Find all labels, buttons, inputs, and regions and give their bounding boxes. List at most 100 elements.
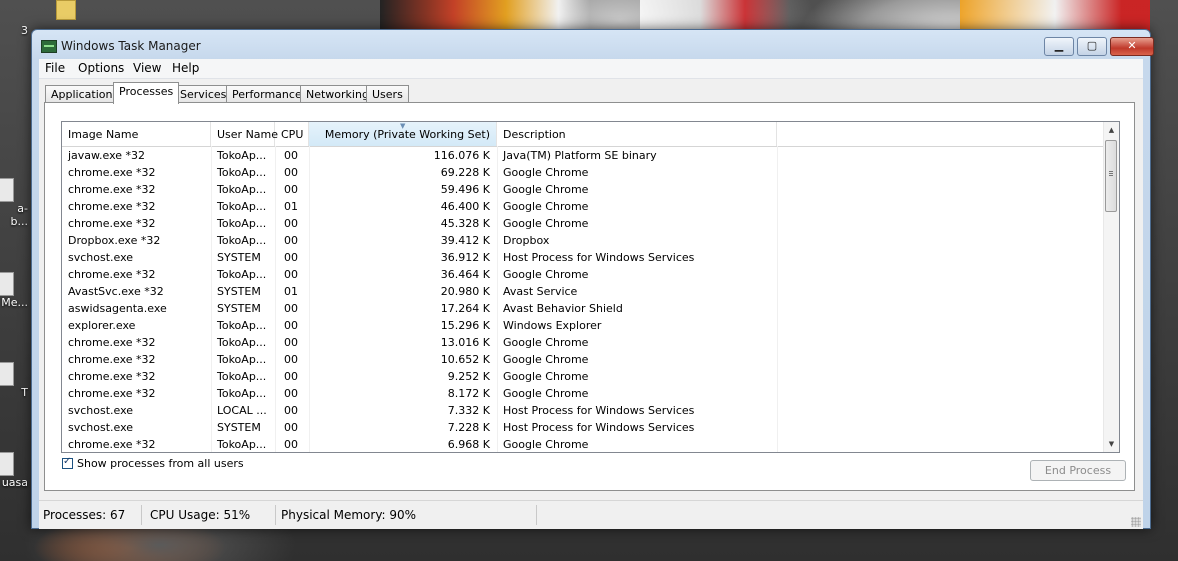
scroll-thumb[interactable] — [1105, 140, 1117, 212]
cpu-cell: 00 — [284, 217, 298, 230]
close-button[interactable]: ✕ — [1110, 37, 1154, 56]
tab-services[interactable]: Services — [174, 85, 233, 102]
image-name-cell: AvastSvc.exe *32 — [68, 285, 164, 298]
minimize-button[interactable]: ▁ — [1044, 37, 1074, 56]
column-header-empty — [777, 122, 1104, 146]
image-name-cell: svchost.exe — [68, 404, 134, 417]
process-row[interactable]: chrome.exe *32 TokoAp... 00 8.172 K Google C… — [62, 385, 1104, 402]
user-name-cell: LOCAL ... — [217, 404, 267, 417]
file-icon — [0, 362, 14, 386]
description-cell: Host Process for Windows Services — [503, 251, 695, 264]
end-process-button[interactable]: End Process — [1030, 460, 1126, 481]
user-name-cell: TokoAp... — [217, 336, 267, 349]
menu-file[interactable]: File — [45, 61, 65, 75]
process-row[interactable]: svchost.exe SYSTEM 00 36.912 K Host Process … — [62, 249, 1104, 266]
user-name-cell: SYSTEM — [217, 251, 261, 264]
memory-cell: 9.252 K — [447, 370, 490, 383]
status-cpu-usage: CPU Usage: 51% — [150, 508, 251, 522]
cpu-cell: 00 — [284, 353, 298, 366]
user-name-cell: TokoAp... — [217, 200, 267, 213]
process-row[interactable]: chrome.exe *32 TokoAp... 00 45.328 K Google … — [62, 215, 1104, 232]
process-row[interactable]: svchost.exe SYSTEM 00 7.228 K Host Process f… — [62, 419, 1104, 436]
scroll-down-button[interactable]: ▼ — [1104, 436, 1119, 452]
desktop-icon-1[interactable]: 3 — [0, 24, 28, 37]
maximize-button[interactable]: ▢ — [1077, 37, 1107, 56]
scroll-up-button[interactable]: ▲ — [1104, 122, 1119, 138]
maximize-icon: ▢ — [1086, 39, 1098, 52]
column-header-memory[interactable]: ▼ Memory (Private Working Set) — [309, 122, 497, 146]
status-divider — [275, 505, 276, 525]
task-manager-window: Windows Task Manager ▁ ▢ ✕ File Options … — [31, 29, 1154, 529]
desktop-icon-label: a-b... — [10, 202, 28, 228]
process-row[interactable]: chrome.exe *32 TokoAp... 00 36.464 K Google … — [62, 266, 1104, 283]
user-name-cell: SYSTEM — [217, 302, 261, 315]
memory-cell: 7.228 K — [447, 421, 490, 434]
title-bar[interactable]: Windows Task Manager ▁ ▢ ✕ — [32, 30, 1154, 60]
show-all-users-checkbox[interactable] — [62, 456, 73, 469]
column-header-image-name[interactable]: Image Name — [62, 122, 211, 146]
image-name-cell: Dropbox.exe *32 — [68, 234, 161, 247]
process-row[interactable]: chrome.exe *32 TokoAp... 00 9.252 K Google C… — [62, 368, 1104, 385]
sort-descending-icon: ▼ — [400, 122, 406, 130]
process-row[interactable]: chrome.exe *32 TokoAp... 00 10.652 K Google … — [62, 351, 1104, 368]
desktop-icon-2[interactable]: a-b... — [0, 178, 28, 228]
scroll-grip-icon — [1109, 171, 1113, 177]
cpu-cell: 00 — [284, 438, 298, 451]
column-header-description[interactable]: Description — [497, 122, 777, 146]
status-divider — [141, 505, 142, 525]
description-cell: Windows Explorer — [503, 319, 602, 332]
minimize-icon: ▁ — [1054, 39, 1064, 52]
process-row[interactable]: chrome.exe *32 TokoAp... 00 69.228 K Google … — [62, 164, 1104, 181]
process-row[interactable]: AvastSvc.exe *32 SYSTEM 01 20.980 K Avast Se… — [62, 283, 1104, 300]
description-cell: Google Chrome — [503, 200, 589, 213]
image-name-cell: javaw.exe *32 — [68, 149, 146, 162]
process-row[interactable]: explorer.exe TokoAp... 00 15.296 K Windows E… — [62, 317, 1104, 334]
memory-cell: 36.912 K — [440, 251, 490, 264]
column-header-user-name[interactable]: User Name — [211, 122, 278, 146]
memory-cell: 17.264 K — [440, 302, 490, 315]
user-name-cell: TokoAp... — [217, 268, 267, 281]
tab-performance[interactable]: Performance — [226, 85, 308, 102]
process-row[interactable]: svchost.exe LOCAL ... 00 7.332 K Host Proces… — [62, 402, 1104, 419]
image-name-cell: chrome.exe *32 — [68, 166, 156, 179]
description-cell: Java(TM) Platform SE binary — [503, 149, 657, 162]
description-cell: Google Chrome — [503, 217, 589, 230]
description-cell: Google Chrome — [503, 166, 589, 179]
image-name-cell: explorer.exe — [68, 319, 136, 332]
user-name-cell: TokoAp... — [217, 353, 267, 366]
cpu-cell: 00 — [284, 319, 298, 332]
resize-grip-icon[interactable] — [1131, 517, 1141, 527]
tab-users[interactable]: Users — [366, 85, 409, 102]
desktop-icon-5[interactable]: uasa — [0, 452, 28, 489]
cpu-cell: 00 — [284, 302, 298, 315]
desktop-icon-3[interactable]: Me... — [0, 272, 28, 309]
process-row[interactable]: chrome.exe *32 TokoAp... 01 46.400 K Google … — [62, 198, 1104, 215]
user-name-cell: SYSTEM — [217, 421, 261, 434]
file-icon — [0, 272, 14, 296]
process-row[interactable]: Dropbox.exe *32 TokoAp... 00 39.412 K Dropbo… — [62, 232, 1104, 249]
menu-help[interactable]: Help — [172, 61, 199, 75]
process-row[interactable]: chrome.exe *32 TokoAp... 00 59.496 K Google … — [62, 181, 1104, 198]
memory-cell: 36.464 K — [440, 268, 490, 281]
cpu-cell: 00 — [284, 234, 298, 247]
process-list[interactable]: Image Name User Name CPU ▼ Memory (Priva… — [61, 121, 1120, 453]
menu-view[interactable]: View — [133, 61, 161, 75]
vertical-scrollbar[interactable]: ▲ ▼ — [1103, 122, 1119, 452]
menu-options[interactable]: Options — [78, 61, 124, 75]
process-row[interactable]: aswidsagenta.exe SYSTEM 00 17.264 K Avast Be… — [62, 300, 1104, 317]
memory-cell: 10.652 K — [440, 353, 490, 366]
process-row[interactable]: javaw.exe *32 TokoAp... 00 116.076 K Java(TM… — [62, 147, 1104, 164]
status-divider — [536, 505, 537, 525]
image-name-cell: chrome.exe *32 — [68, 217, 156, 230]
column-header-cpu[interactable]: CPU — [275, 122, 309, 146]
desktop-icon-4[interactable]: T — [0, 362, 28, 399]
cpu-cell: 01 — [284, 285, 298, 298]
process-row[interactable]: chrome.exe *32 TokoAp... 00 13.016 K Google … — [62, 334, 1104, 351]
process-row[interactable]: chrome.exe *32 TokoAp... 00 6.968 K Google C… — [62, 436, 1104, 452]
processes-tab-panel: Image Name User Name CPU ▼ Memory (Priva… — [44, 102, 1135, 491]
image-name-cell: chrome.exe *32 — [68, 353, 156, 366]
tab-networking[interactable]: Networking — [300, 85, 375, 102]
cpu-cell: 00 — [284, 149, 298, 162]
tab-processes[interactable]: Processes — [113, 82, 180, 104]
desktop-folder-icon[interactable] — [56, 0, 76, 20]
